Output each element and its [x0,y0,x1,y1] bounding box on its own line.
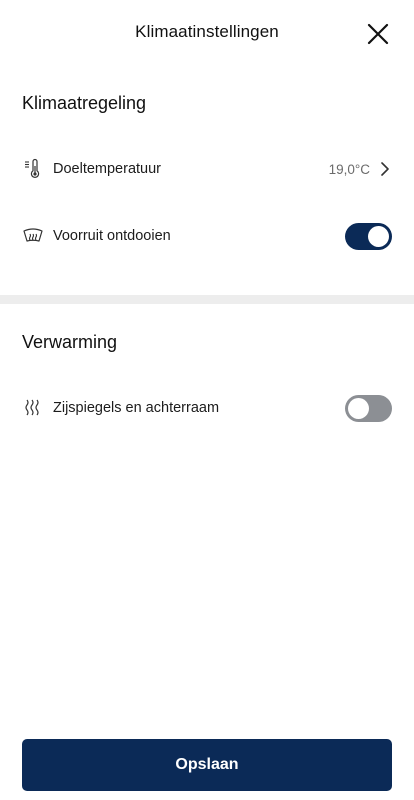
mirrors-rear-window-label: Zijspiegels en achterraam [53,400,220,416]
target-temperature-value: 19,0°C [328,161,370,177]
toggle-knob [348,397,369,419]
chevron-right-icon [378,160,392,178]
windshield-defrost-toggle[interactable] [345,222,392,250]
close-icon [367,23,389,45]
toggle-knob [368,225,389,247]
climate-settings-screen: Klimaatinstellingen Klimaatregeling Doel… [0,0,414,800]
section-title-climate-control: Klimaatregeling [22,93,147,113]
thermometer-icon [22,158,44,180]
windshield-defrost-label: Voorruit ontdooien [53,228,171,244]
windshield-defrost-row: Voorruit ontdooien [0,214,414,258]
heat-waves-icon [22,397,44,419]
target-temperature-label: Doeltemperatuur [53,161,161,177]
section-divider [0,295,414,304]
header: Klimaatinstellingen [0,0,414,68]
target-temperature-row[interactable]: Doeltemperatuur 19,0°C [0,147,414,191]
page-title: Klimaatinstellingen [135,22,279,41]
mirrors-rear-window-row: Zijspiegels en achterraam [0,386,414,430]
save-button[interactable]: Opslaan [22,739,392,791]
windshield-defrost-icon [22,225,44,247]
close-button[interactable] [364,20,392,48]
mirrors-rear-window-toggle[interactable] [345,394,392,422]
section-title-heating: Verwarming [22,332,118,352]
